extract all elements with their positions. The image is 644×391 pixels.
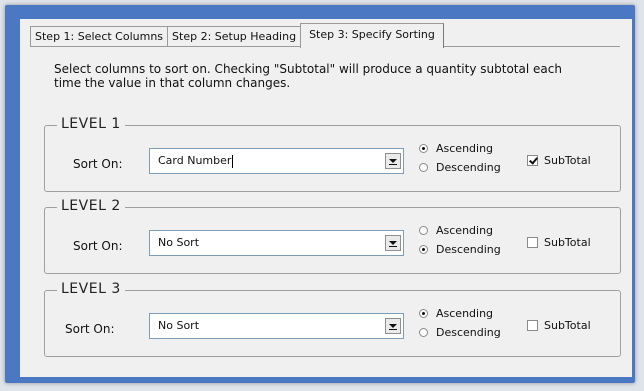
radio-unselected-icon	[419, 327, 428, 337]
window-frame: Step 1: Select Columns Step 2: Setup Hea…	[5, 5, 635, 383]
level-3-ascending-label: Ascending	[436, 306, 494, 320]
level-1-subtotal-checkbox[interactable]: SubTotal	[527, 154, 591, 167]
chevron-down-icon[interactable]	[385, 318, 401, 334]
level-3-descending-radio[interactable]: Descending	[419, 325, 501, 339]
chevron-down-icon[interactable]	[385, 235, 401, 251]
level-2-ascending-label: Ascending	[436, 223, 494, 237]
checkbox-checked-icon	[527, 155, 538, 166]
text-caret	[232, 154, 234, 168]
level-1-descending-label: Descending	[436, 160, 501, 174]
level-2-group: LEVEL 2 Sort On: No Sort Ascending Desce…	[44, 198, 621, 274]
level-3-subtotal-label: SubTotal	[544, 319, 591, 332]
level-1-subtotal-label: SubTotal	[544, 154, 591, 167]
level-1-sort-label: Sort On:	[73, 157, 123, 171]
level-3-subtotal-checkbox[interactable]: SubTotal	[527, 319, 591, 332]
tab-strip: Step 1: Select Columns Step 2: Setup Hea…	[30, 23, 444, 48]
level-3-group: LEVEL 3 Sort On: No Sort Ascending Desce…	[44, 281, 621, 357]
radio-selected-icon	[419, 308, 428, 318]
level-3-ascending-radio[interactable]: Ascending	[419, 306, 493, 320]
level-2-ascending-radio[interactable]: Ascending	[419, 223, 493, 237]
radio-selected-icon	[419, 143, 428, 153]
level-3-sort-value: No Sort	[158, 319, 200, 332]
level-2-descending-radio[interactable]: Descending	[419, 242, 501, 256]
level-2-sort-label: Sort On:	[73, 239, 123, 253]
tab-specify-sorting[interactable]: Step 3: Specify Sorting	[300, 23, 444, 48]
level-2-sort-value: No Sort	[158, 236, 200, 249]
level-1-sort-value: Card Number	[158, 154, 234, 168]
tab-setup-heading[interactable]: Step 2: Setup Heading	[167, 26, 301, 47]
chevron-down-icon[interactable]	[385, 153, 401, 169]
checkbox-unchecked-icon	[527, 237, 538, 248]
level-2-descending-label: Descending	[436, 242, 501, 256]
tab-select-columns[interactable]: Step 1: Select Columns	[30, 26, 168, 47]
level-1-sort-combo[interactable]: Card Number	[149, 148, 404, 174]
level-3-sort-label: Sort On:	[65, 322, 115, 336]
level-2-subtotal-checkbox[interactable]: SubTotal	[527, 236, 591, 249]
level-1-ascending-radio[interactable]: Ascending	[419, 141, 493, 155]
instructions-text: Select columns to sort on. Checking "Sub…	[54, 62, 562, 90]
radio-selected-icon	[419, 244, 428, 254]
level-3-sort-combo[interactable]: No Sort	[149, 313, 404, 339]
level-2-subtotal-label: SubTotal	[544, 236, 591, 249]
level-1-group: LEVEL 1 Sort On: Card Number Ascending D…	[44, 116, 621, 192]
radio-unselected-icon	[419, 225, 428, 235]
checkbox-unchecked-icon	[527, 320, 538, 331]
radio-unselected-icon	[419, 162, 428, 172]
level-1-ascending-label: Ascending	[436, 141, 494, 155]
level-3-descending-label: Descending	[436, 325, 501, 339]
level-1-descending-radio[interactable]: Descending	[419, 160, 501, 174]
level-3-title: LEVEL 3	[57, 281, 125, 297]
sort-dialog: Step 1: Select Columns Step 2: Setup Hea…	[20, 19, 632, 377]
level-2-sort-combo[interactable]: No Sort	[149, 230, 404, 256]
level-1-title: LEVEL 1	[57, 116, 125, 132]
level-2-title: LEVEL 2	[57, 198, 125, 214]
